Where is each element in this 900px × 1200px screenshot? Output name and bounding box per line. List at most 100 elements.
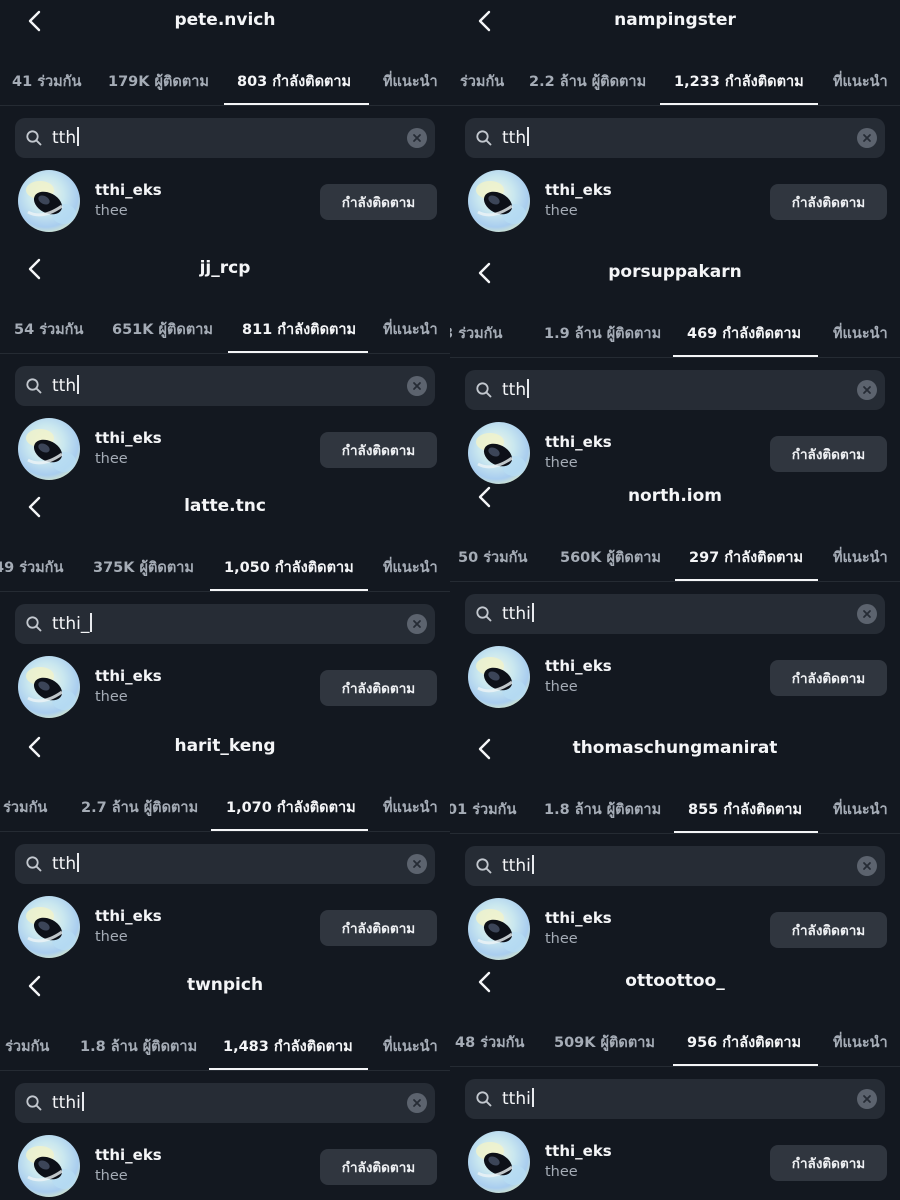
tab-following[interactable]: 855 กำลังติดตาม [688, 798, 802, 821]
result-username[interactable]: tthi_eks [545, 433, 612, 451]
following-button[interactable]: กำลังติดตาม [770, 1145, 887, 1181]
clear-icon[interactable] [857, 1089, 877, 1109]
tab-followers[interactable]: 1.8 ล้าน ผู้ติดตาม [80, 1035, 197, 1058]
avatar[interactable] [18, 170, 80, 232]
tab-mutual[interactable]: 33 ร่วมกัน [450, 322, 502, 345]
tab-followers[interactable]: 179K ผู้ติดตาม [108, 70, 209, 93]
tab-following[interactable]: 811 กำลังติดตาม [242, 318, 356, 341]
following-button[interactable]: กำลังติดตาม [320, 910, 437, 946]
following-button[interactable]: กำลังติดตาม [770, 912, 887, 948]
tab-suggested[interactable]: ที่แนะนำ [383, 556, 438, 579]
tab-following[interactable]: 1,483 กำลังติดตาม [223, 1035, 353, 1058]
tab-mutual[interactable]: 48 ร่วมกัน [455, 1031, 524, 1054]
tab-suggested[interactable]: ที่แนะนำ [833, 70, 888, 93]
tab-followers[interactable]: 651K ผู้ติดตาม [112, 318, 213, 341]
tab-mutual[interactable]: 49ร่วมกัน [0, 556, 63, 579]
avatar[interactable] [18, 896, 80, 958]
back-button[interactable] [472, 737, 496, 761]
tab-followers[interactable]: 1.8 ล้าน ผู้ติดตาม [544, 798, 661, 821]
search-input[interactable]: tth [465, 370, 885, 410]
result-username[interactable]: tthi_eks [545, 181, 612, 199]
tab-mutual[interactable]: 1ร่วมกัน [0, 796, 47, 819]
back-button[interactable] [22, 974, 46, 998]
avatar[interactable] [18, 1135, 80, 1197]
tab-following[interactable]: 803 กำลังติดตาม [237, 70, 351, 93]
back-button[interactable] [472, 9, 496, 33]
avatar[interactable] [468, 170, 530, 232]
back-button[interactable] [22, 257, 46, 281]
result-username[interactable]: tthi_eks [95, 1146, 162, 1164]
back-button[interactable] [22, 495, 46, 519]
tab-followers[interactable]: 560K ผู้ติดตาม [560, 546, 661, 569]
clear-icon[interactable] [857, 380, 877, 400]
following-button[interactable]: กำลังติดตาม [770, 660, 887, 696]
tab-suggested[interactable]: ที่แนะนำ [833, 1031, 888, 1054]
tab-suggested[interactable]: ที่แนะนำ [383, 318, 438, 341]
following-button[interactable]: กำลังติดตาม [770, 436, 887, 472]
tab-following[interactable]: 469 กำลังติดตาม [687, 322, 801, 345]
tab-suggested[interactable]: ที่แนะนำ [833, 322, 888, 345]
search-input[interactable]: tth [15, 118, 435, 158]
tab-following[interactable]: 1,070 กำลังติดตาม [226, 796, 356, 819]
back-button[interactable] [472, 261, 496, 285]
following-button[interactable]: กำลังติดตาม [770, 184, 887, 220]
tab-suggested[interactable]: ที่แนะนำ [383, 1035, 438, 1058]
result-username[interactable]: tthi_eks [545, 909, 612, 927]
following-button[interactable]: กำลังติดตาม [320, 184, 437, 220]
clear-icon[interactable] [407, 128, 427, 148]
back-button[interactable] [22, 735, 46, 759]
tab-following[interactable]: 1,050 กำลังติดตาม [224, 556, 354, 579]
search-input[interactable]: tth [465, 118, 885, 158]
search-input[interactable]: tth [15, 366, 435, 406]
avatar[interactable] [468, 1131, 530, 1193]
tab-followers[interactable]: 375K ผู้ติดตาม [93, 556, 194, 579]
tab-followers[interactable]: 1.9 ล้าน ผู้ติดตาม [544, 322, 661, 345]
tab-following[interactable]: 956 กำลังติดตาม [687, 1031, 801, 1054]
tab-mutual[interactable]: 01 ร่วมกัน [450, 798, 516, 821]
result-username[interactable]: tthi_eks [545, 1142, 612, 1160]
clear-icon[interactable] [407, 1093, 427, 1113]
clear-icon[interactable] [407, 614, 427, 634]
result-username[interactable]: tthi_eks [95, 181, 162, 199]
avatar[interactable] [468, 422, 530, 484]
back-button[interactable] [472, 970, 496, 994]
clear-icon[interactable] [857, 856, 877, 876]
tab-mutual[interactable]: 50 ร่วมกัน [458, 546, 527, 569]
tab-suggested[interactable]: ที่แนะนำ [833, 798, 888, 821]
tab-mutual[interactable]: 5ร่วมกัน [0, 1035, 49, 1058]
search-input[interactable]: tthi_ [15, 604, 435, 644]
following-button[interactable]: กำลังติดตาม [320, 670, 437, 706]
tab-following[interactable]: 297 กำลังติดตาม [689, 546, 803, 569]
search-input[interactable]: tthi [15, 1083, 435, 1123]
following-button[interactable]: กำลังติดตาม [320, 432, 437, 468]
avatar[interactable] [18, 656, 80, 718]
search-input[interactable]: tth [15, 844, 435, 884]
avatar[interactable] [468, 646, 530, 708]
avatar[interactable] [468, 898, 530, 960]
clear-icon[interactable] [407, 854, 427, 874]
tab-suggested[interactable]: ที่แนะนำ [383, 796, 438, 819]
clear-icon[interactable] [857, 604, 877, 624]
back-button[interactable] [472, 485, 496, 509]
clear-icon[interactable] [857, 128, 877, 148]
tab-following[interactable]: 1,233 กำลังติดตาม [674, 70, 804, 93]
tab-suggested[interactable]: ที่แนะนำ [383, 70, 438, 93]
result-username[interactable]: tthi_eks [545, 657, 612, 675]
tab-suggested[interactable]: ที่แนะนำ [833, 546, 888, 569]
clear-icon[interactable] [407, 376, 427, 396]
tab-mutual[interactable]: 54 ร่วมกัน [14, 318, 83, 341]
tab-mutual[interactable]: ร่วมกัน [455, 70, 504, 93]
result-username[interactable]: tthi_eks [95, 907, 162, 925]
result-username[interactable]: tthi_eks [95, 667, 162, 685]
search-input[interactable]: tthi [465, 1079, 885, 1119]
following-button[interactable]: กำลังติดตาม [320, 1149, 437, 1185]
search-input[interactable]: tthi [465, 846, 885, 886]
tab-followers[interactable]: 2.7 ล้าน ผู้ติดตาม [81, 796, 198, 819]
tab-mutual[interactable]: 41 ร่วมกัน [12, 70, 81, 93]
result-username[interactable]: tthi_eks [95, 429, 162, 447]
tab-followers[interactable]: 2.2 ล้าน ผู้ติดตาม [529, 70, 646, 93]
tab-followers[interactable]: 509K ผู้ติดตาม [554, 1031, 655, 1054]
search-input[interactable]: tthi [465, 594, 885, 634]
back-button[interactable] [22, 9, 46, 33]
avatar[interactable] [18, 418, 80, 480]
